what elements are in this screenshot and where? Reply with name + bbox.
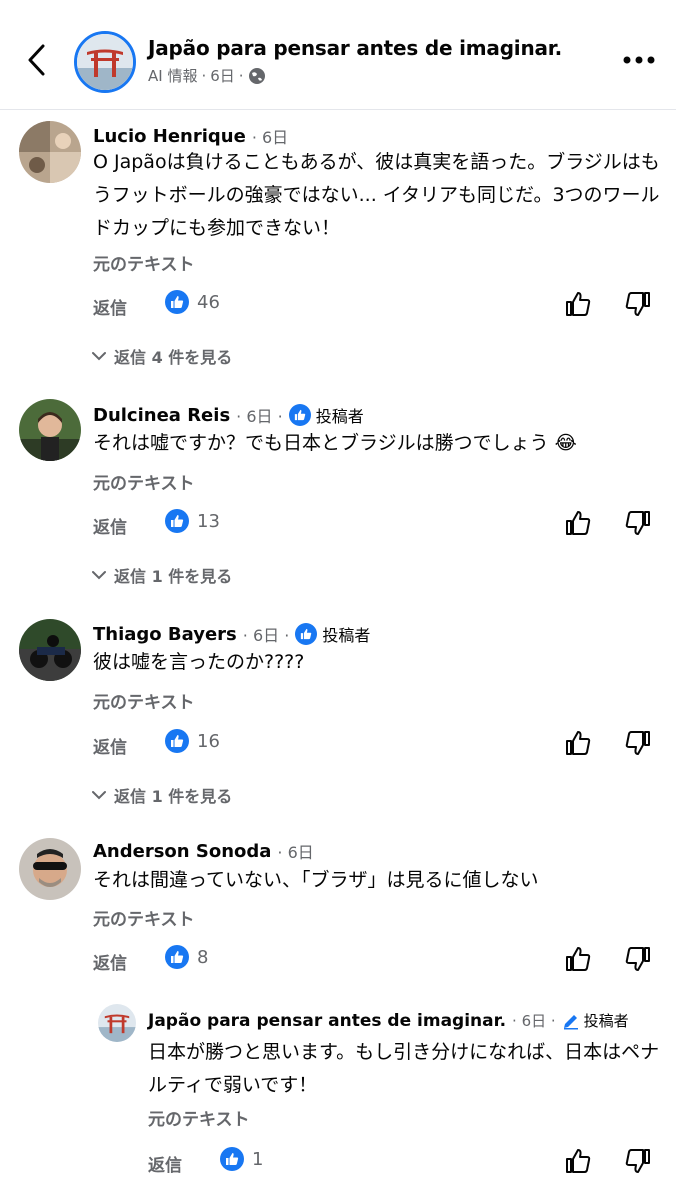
comment-actions: 返信 13: [93, 509, 663, 539]
back-button[interactable]: [20, 40, 52, 80]
thumb-up-icon: [566, 292, 591, 316]
comment-time: · 6日: [277, 843, 314, 862]
see-original-text-link[interactable]: 元のテキスト: [93, 688, 195, 713]
avatar[interactable]: [98, 1004, 136, 1042]
comment-text: それは間違っていない、「ブラザ」は見るに値しない: [93, 869, 539, 891]
chevron-down-icon: [92, 352, 106, 361]
ai-info-label[interactable]: AI 情報: [148, 65, 197, 86]
chevron-down-icon: [92, 791, 106, 800]
thumb-down-icon: [625, 731, 650, 755]
like-icon: [165, 729, 189, 753]
like-count[interactable]: 16: [165, 729, 220, 753]
comment-header: Thiago Bayers · 6日 · 投稿者: [93, 622, 370, 646]
author-badge: 投稿者: [295, 622, 370, 646]
like-count[interactable]: 13: [165, 509, 220, 533]
downvote-button[interactable]: [624, 729, 654, 759]
comment-text: O Japãoは負けることもあるが、彼は真実を語った。ブラジルはもうフットボール…: [93, 151, 660, 239]
reply-button[interactable]: 返信: [93, 513, 127, 538]
thumb-up-icon: [566, 947, 591, 971]
thumbs-up-badge-icon: [295, 623, 318, 645]
commenter-name[interactable]: Anderson Sonoda: [93, 841, 271, 862]
comment-time: · 6日 ·: [236, 407, 283, 426]
thumb-down-icon: [625, 292, 650, 316]
chevron-down-icon: [92, 571, 106, 580]
upvote-button[interactable]: [564, 290, 594, 320]
comment-time: · 6日: [251, 128, 289, 147]
thumb-up-icon: [566, 731, 591, 755]
see-original-text-link[interactable]: 元のテキスト: [93, 469, 195, 494]
avatar[interactable]: [19, 121, 81, 183]
comment-actions: 返信 1: [148, 1147, 663, 1177]
chevron-left-icon: [28, 44, 45, 76]
downvote-button[interactable]: [624, 945, 654, 975]
like-count[interactable]: 8: [165, 945, 208, 969]
torii-gate-icon: [77, 34, 133, 90]
downvote-button[interactable]: [624, 509, 654, 539]
view-replies-button[interactable]: 返信 4 件を見る: [92, 344, 232, 368]
thumb-up-icon: [566, 1149, 591, 1173]
comment-text: 彼は嘘を言ったのか????: [93, 651, 305, 673]
upvote-button[interactable]: [564, 945, 594, 975]
thumb-down-icon: [625, 1149, 650, 1173]
commenter-name[interactable]: Thiago Bayers: [93, 624, 237, 645]
like-count[interactable]: 1: [220, 1147, 263, 1171]
comment-text: それは嘘ですか？でも日本とブラジルは勝つでしょう 😂: [93, 432, 577, 454]
commenter-name[interactable]: Lucio Henrique: [93, 126, 246, 147]
thumb-up-icon: [566, 511, 591, 535]
like-count[interactable]: 46: [165, 290, 220, 314]
pencil-icon: [563, 1014, 578, 1029]
comment-header: Anderson Sonoda · 6日: [93, 839, 314, 863]
comment-header: Japão para pensar antes de imaginar. · 6…: [148, 1010, 629, 1031]
upvote-button[interactable]: [564, 509, 594, 539]
upvote-button[interactable]: [564, 729, 594, 759]
post-time: 6日: [210, 67, 235, 85]
reply-button[interactable]: 返信: [93, 949, 127, 974]
more-dots-icon: [623, 56, 655, 64]
post-meta: AI 情報 · 6日 ·: [148, 65, 266, 86]
comment-header: Dulcinea Reis · 6日 · 投稿者: [93, 403, 364, 427]
downvote-button[interactable]: [624, 1147, 654, 1177]
like-icon: [165, 290, 189, 314]
avatar[interactable]: [19, 838, 81, 900]
reply-button[interactable]: 返信: [93, 294, 127, 319]
comment-actions: 返信 16: [93, 729, 663, 759]
commenter-name[interactable]: Dulcinea Reis: [93, 405, 230, 426]
comment-actions: 返信 46: [93, 290, 663, 320]
like-icon: [220, 1147, 244, 1171]
page-title[interactable]: Japão para pensar antes de imaginar.: [148, 36, 562, 60]
commenter-name[interactable]: Japão para pensar antes de imaginar.: [148, 1011, 506, 1031]
comment-time: · 6日 ·: [512, 1012, 556, 1030]
downvote-button[interactable]: [624, 290, 654, 320]
torii-gate-icon: [98, 1004, 136, 1042]
comment-time: · 6日 ·: [242, 626, 290, 645]
post-header: Japão para pensar antes de imaginar. AI …: [0, 0, 676, 110]
like-icon: [165, 945, 189, 969]
thumbs-up-badge-icon: [288, 404, 311, 426]
separator-dot: ·: [238, 66, 244, 85]
comment-header: Lucio Henrique · 6日: [93, 124, 288, 148]
avatar[interactable]: [19, 399, 81, 461]
author-badge: 投稿者: [562, 1010, 629, 1031]
globe-icon: [248, 67, 265, 84]
thumb-down-icon: [625, 947, 650, 971]
comment-text: 日本が勝つと思います。もし引き分けになれば、日本はペナルティで弱いです！: [148, 1041, 660, 1096]
avatar[interactable]: [19, 619, 81, 681]
view-replies-button[interactable]: 返信 1 件を見る: [92, 563, 232, 587]
thumb-down-icon: [625, 511, 650, 535]
comment-actions: 返信 8: [93, 945, 663, 975]
separator-dot: ·: [201, 66, 207, 85]
see-original-text-link[interactable]: 元のテキスト: [148, 1105, 250, 1130]
upvote-button[interactable]: [564, 1147, 594, 1177]
see-original-text-link[interactable]: 元のテキスト: [93, 250, 195, 275]
more-options-button[interactable]: [618, 48, 660, 72]
view-replies-button[interactable]: 返信 1 件を見る: [92, 783, 232, 807]
see-original-text-link[interactable]: 元のテキスト: [93, 905, 195, 930]
author-badge: 投稿者: [288, 403, 364, 427]
reply-button[interactable]: 返信: [93, 733, 127, 758]
page-avatar[interactable]: [74, 31, 136, 93]
like-icon: [165, 509, 189, 533]
reply-button[interactable]: 返信: [148, 1151, 182, 1176]
